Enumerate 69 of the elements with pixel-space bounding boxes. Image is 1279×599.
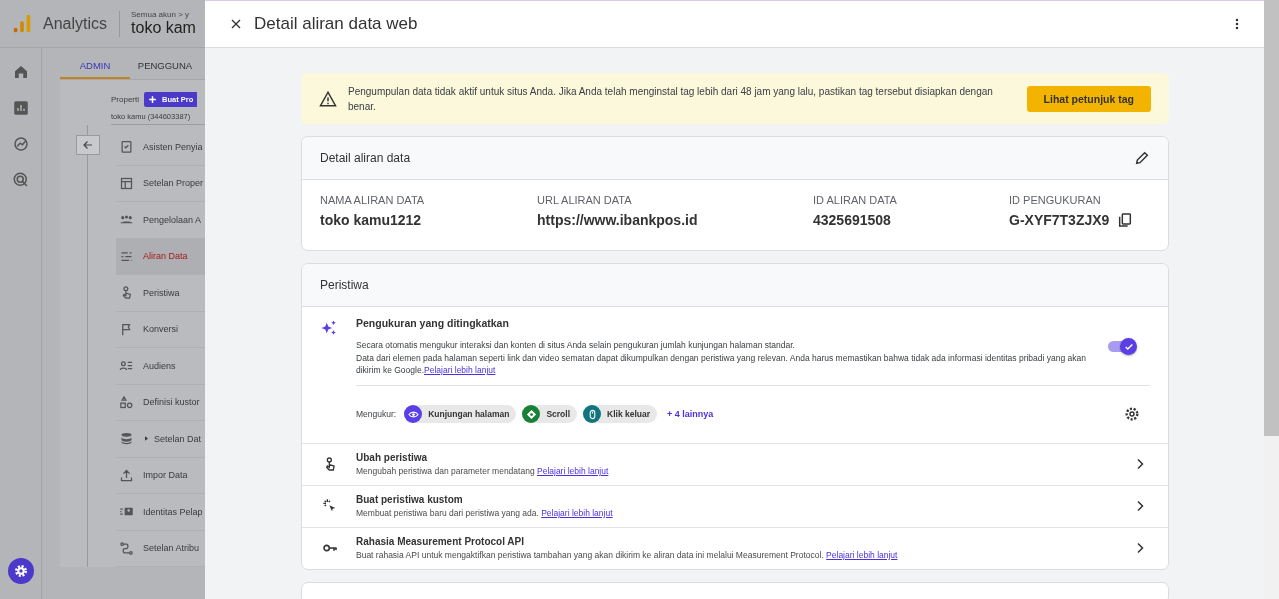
event-option-row[interactable]: Ubah peristiwa Mengubah peristiwa dan parameter mendatang Pelajari lebih lanjut: [302, 442, 1168, 485]
option-description: Mengubah peristiwa dan parameter mendatang Pelajari lebih lanjut: [356, 466, 610, 476]
option-title: Rahasia Measurement Protocol API: [356, 536, 525, 547]
eye-icon: [407, 408, 419, 420]
trend-circle-icon[interactable]: [11, 135, 30, 153]
field-value: toko kamu1212: [320, 212, 422, 228]
sparkle-icon: [320, 319, 338, 337]
account-name[interactable]: toko kam: [131, 19, 196, 37]
route-icon: [119, 540, 134, 556]
card-title: Peristiwa: [320, 278, 369, 292]
option-title: Buat peristiwa kustom: [356, 494, 464, 505]
clipboard-check-icon: [119, 139, 134, 155]
breadcrumb[interactable]: Semua akun > y: [131, 10, 196, 19]
enhanced-measurement-toggle[interactable]: [1108, 341, 1134, 353]
edit-button[interactable]: [1134, 150, 1150, 166]
measure-chip: Kunjungan halaman: [404, 405, 517, 423]
section-title: Pengukuran yang ditingkatkan: [356, 317, 510, 329]
property-label: Properti: [111, 95, 139, 104]
option-description: Membuat peristiwa baru dari peristiwa yang ada. Pelajari lebih lanjut: [356, 508, 614, 518]
measures-label: Mengukur:: [356, 409, 397, 419]
panel-title: Detail aliran data web: [254, 14, 418, 34]
event-option-row[interactable]: Rahasia Measurement Protocol API Buat rahasia API untuk mengaktifkan peristiwa tambahan yang akan dikirim ke aliran data ini melalui Measurement Protocol. Pelajari lebih lanjut: [302, 526, 1168, 569]
description-text: Secara otomatis mengukur interaksi dan konten di situs Anda selain pengukuran jumlah kunjungan halaman standar. Data dari elemen pada halaman seperti link dan video sematan dapat dikumpulkan dengan peristiwa yang relevan. Anda harus memastikan bahwa tidak ada informasi identitas pribadi yang akan dikirim ke Google.Pelajari lebih lanjut: [356, 339, 1088, 377]
menu-item[interactable]: Aliran Data: [116, 238, 205, 275]
field-label: NAMA ALIRAN DATA: [320, 194, 426, 206]
field-label: URL ALIRAN DATA: [537, 194, 633, 206]
caret-right-icon: [143, 435, 150, 443]
measure-chip: Klik keluar: [583, 405, 658, 423]
event-option-row[interactable]: Buat peristiwa kustom Membuat peristiwa baru dari peristiwa yang ada. Pelajari lebih lanjut: [302, 484, 1168, 527]
more-link[interactable]: + 4 lainnya: [667, 409, 714, 419]
measure-chip: Scroll: [522, 405, 578, 423]
close-icon: [230, 18, 242, 30]
tag-instructions-button[interactable]: Lihat petunjuk tag: [1026, 85, 1151, 112]
settings-button[interactable]: [7, 558, 34, 584]
scrollbar[interactable]: [1264, 0, 1279, 599]
pencil-icon: [1134, 150, 1150, 166]
learn-more-link[interactable]: Pelajari lebih lanjut: [541, 508, 613, 518]
warning-text: Pengumpulan data tidak aktif untuk situs Anda. Jika Anda telah menginstal tag lebih dari 48 jam yang lalu, pastikan tag tersebut disiapkan dengan benar.: [348, 84, 994, 114]
settings-button[interactable]: [1124, 406, 1140, 422]
field-value: G-XYF7T3ZJX9: [1009, 212, 1110, 228]
card-title: Detail aliran data: [320, 151, 411, 165]
copy-icon: [1117, 212, 1134, 228]
option-description: Buat rahasia API untuk mengaktifkan peristiwa tambahan yang akan dikirim ke aliran data ini melalui Measurement Protocol. Pelajari lebih lanjut: [356, 550, 899, 560]
check-icon: [1123, 341, 1134, 352]
product-name: Analytics: [43, 14, 108, 33]
field-label: ID PENGUKURAN: [1009, 194, 1102, 206]
settings-icon: [1124, 406, 1140, 422]
upload-icon: [119, 467, 134, 483]
settings-icon: [12, 563, 29, 579]
close-button[interactable]: [229, 17, 243, 31]
target-cursor-icon[interactable]: [11, 171, 30, 189]
learn-more-link[interactable]: Pelajari lebih lanjut: [424, 365, 496, 375]
field-label: ID ALIRAN DATA: [813, 194, 898, 206]
bar-chart-icon[interactable]: [11, 99, 30, 117]
tab[interactable]: PENGGUNA: [130, 48, 200, 79]
shapes-icon: [119, 394, 134, 410]
layout-icon: [119, 175, 134, 191]
learn-more-link[interactable]: Pelajari lebih lanjut: [826, 550, 898, 560]
field-value: https://www.ibankpos.id: [537, 212, 698, 228]
database-icon: [119, 431, 134, 447]
copy-button[interactable]: [1117, 212, 1134, 228]
field-value: 4325691508: [813, 212, 891, 228]
learn-more-link[interactable]: Pelajari lebih lanjut: [537, 466, 609, 476]
option-title: Ubah peristiwa: [356, 452, 429, 463]
plus-icon: [148, 95, 157, 104]
bar-chart-logo-icon: [11, 12, 33, 35]
warning-icon: [319, 89, 337, 108]
arrow-left-icon: [82, 139, 94, 151]
scrollbar-thumb[interactable]: [1264, 0, 1279, 436]
